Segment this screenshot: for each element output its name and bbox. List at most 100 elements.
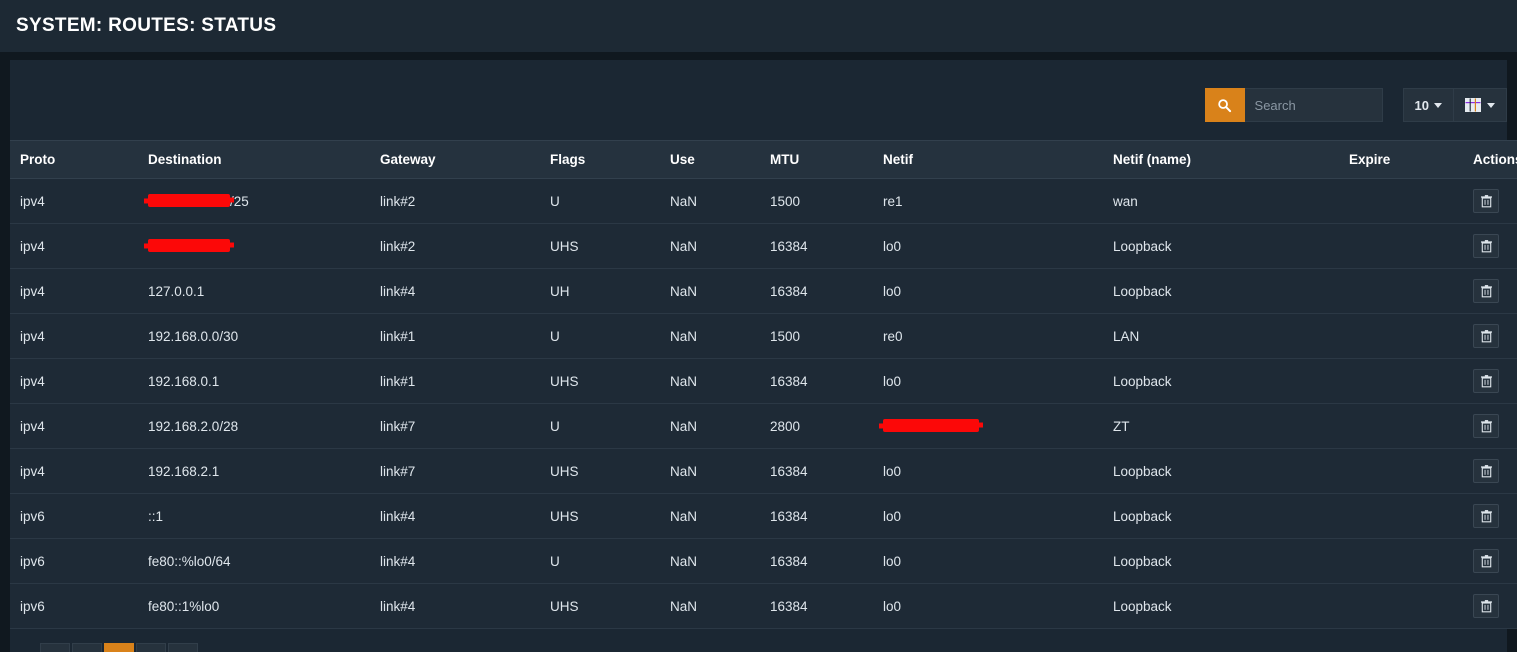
chevron-down-icon <box>1434 102 1442 108</box>
column-header-netif[interactable]: Netif <box>873 140 1103 179</box>
cell-mtu: 1500 <box>760 313 873 359</box>
page-title: SYSTEM: ROUTES: STATUS <box>16 15 277 36</box>
cell-gateway: link#4 <box>370 268 540 314</box>
column-header-gateway[interactable]: Gateway <box>370 140 540 179</box>
cell-proto: ipv6 <box>10 493 138 539</box>
cell-destination: ::1 <box>138 493 370 539</box>
cell-actions <box>1469 313 1517 359</box>
cell-proto: ipv4 <box>10 268 138 314</box>
column-visibility-dropdown[interactable] <box>1454 88 1507 122</box>
pagination-first[interactable]: « <box>40 643 70 652</box>
delete-route-button[interactable] <box>1473 414 1499 438</box>
table-row: ipv4 192.168.2.1 link#7 UHS NaN 16384 lo0 Loopb… <box>10 448 1517 494</box>
cell-mtu: 1500 <box>760 178 873 224</box>
cell-destination: 192.168.2.0/28 <box>138 403 370 449</box>
cell-netif-name: Loopback <box>1103 358 1339 404</box>
cell-proto: ipv4 <box>10 313 138 359</box>
delete-route-button[interactable] <box>1473 594 1499 618</box>
column-header-netif-name[interactable]: Netif (name) <box>1103 140 1339 179</box>
cell-gateway: link#2 <box>370 178 540 224</box>
cell-netif-name: Loopback <box>1103 583 1339 629</box>
cell-flags: U <box>540 403 660 449</box>
cell-netif-name: Loopback <box>1103 223 1339 269</box>
delete-route-button[interactable] <box>1473 369 1499 393</box>
cell-netif-name: wan <box>1103 178 1339 224</box>
cell-expire <box>1339 403 1469 449</box>
pagination-next[interactable]: › <box>136 643 166 652</box>
delete-route-button[interactable] <box>1473 504 1499 528</box>
cell-proto: ipv4 <box>10 178 138 224</box>
chevron-down-icon <box>1487 102 1495 108</box>
cell-flags: UH <box>540 268 660 314</box>
cell-proto: ipv4 <box>10 223 138 269</box>
delete-route-button[interactable] <box>1473 234 1499 258</box>
trash-icon <box>1480 599 1492 612</box>
page-length-dropdown[interactable]: 10 <box>1402 88 1454 122</box>
cell-actions <box>1469 358 1517 404</box>
search-icon[interactable] <box>1204 88 1245 122</box>
pagination-page-1[interactable]: 1 <box>104 643 134 652</box>
cell-mtu: 16384 <box>760 493 873 539</box>
cell-expire <box>1339 268 1469 314</box>
column-header-actions[interactable]: Actions <box>1469 140 1517 179</box>
cell-expire <box>1339 313 1469 359</box>
cell-destination: 127.0.0.1 <box>138 268 370 314</box>
table-toolbar: 10 <box>10 60 1507 140</box>
table-footer: «‹1›» Showing 1 to 10 of 10 entries <box>10 629 1517 652</box>
cell-expire <box>1339 493 1469 539</box>
delete-route-button[interactable] <box>1473 324 1499 348</box>
cell-gateway: link#7 <box>370 403 540 449</box>
trash-icon <box>1480 374 1492 387</box>
trash-icon <box>1480 419 1492 432</box>
search-input[interactable] <box>1244 88 1383 122</box>
delete-route-button[interactable] <box>1473 279 1499 303</box>
cell-expire <box>1339 178 1469 224</box>
pagination-last[interactable]: » <box>168 643 198 652</box>
cell-gateway: link#7 <box>370 448 540 494</box>
table-header-row: Proto Destination Gateway Flags Use MTU … <box>10 140 1517 179</box>
delete-route-button[interactable] <box>1473 459 1499 483</box>
cell-netif-name: Loopback <box>1103 268 1339 314</box>
cell-actions <box>1469 403 1517 449</box>
cell-use: NaN <box>660 538 760 584</box>
trash-icon <box>1480 554 1492 567</box>
page-header: SYSTEM: ROUTES: STATUS <box>0 0 1517 52</box>
search-glyph <box>1218 98 1232 112</box>
delete-route-button[interactable] <box>1473 549 1499 573</box>
redacted-destination <box>148 239 230 253</box>
trash-icon <box>1480 194 1492 207</box>
cell-netif: lo0 <box>873 268 1103 314</box>
cell-netif: lo0 <box>873 538 1103 584</box>
cell-actions <box>1469 493 1517 539</box>
column-header-destination[interactable]: Destination <box>138 140 370 179</box>
cell-mtu: 16384 <box>760 223 873 269</box>
cell-netif-name: Loopback <box>1103 538 1339 584</box>
trash-icon <box>1480 464 1492 477</box>
cell-use: NaN <box>660 448 760 494</box>
column-header-expire[interactable]: Expire <box>1339 140 1469 179</box>
cell-flags: U <box>540 178 660 224</box>
cell-netif: lo0 <box>873 493 1103 539</box>
routes-table: Proto Destination Gateway Flags Use MTU … <box>10 140 1517 629</box>
column-header-proto[interactable]: Proto <box>10 140 138 179</box>
delete-route-button[interactable] <box>1473 189 1499 213</box>
cell-proto: ipv4 <box>10 403 138 449</box>
cell-netif: re0 <box>873 313 1103 359</box>
cell-gateway: link#1 <box>370 313 540 359</box>
cell-netif: lo0 <box>873 358 1103 404</box>
column-header-use[interactable]: Use <box>660 140 760 179</box>
cell-netif-name: ZT <box>1103 403 1339 449</box>
cell-actions <box>1469 178 1517 224</box>
cell-expire <box>1339 538 1469 584</box>
cell-gateway: link#1 <box>370 358 540 404</box>
trash-icon <box>1480 509 1492 522</box>
column-header-flags[interactable]: Flags <box>540 140 660 179</box>
cell-gateway: link#4 <box>370 538 540 584</box>
column-header-mtu[interactable]: MTU <box>760 140 873 179</box>
cell-destination: 192.168.0.0/30 <box>138 313 370 359</box>
pagination-prev[interactable]: ‹ <box>72 643 102 652</box>
cell-mtu: 16384 <box>760 448 873 494</box>
table-body: ipv4/25 link#2 U NaN 1500 re1 wan ipv4 link#2 UHS… <box>10 178 1517 629</box>
cell-netif: lo0 <box>873 223 1103 269</box>
cell-netif-name: LAN <box>1103 313 1339 359</box>
